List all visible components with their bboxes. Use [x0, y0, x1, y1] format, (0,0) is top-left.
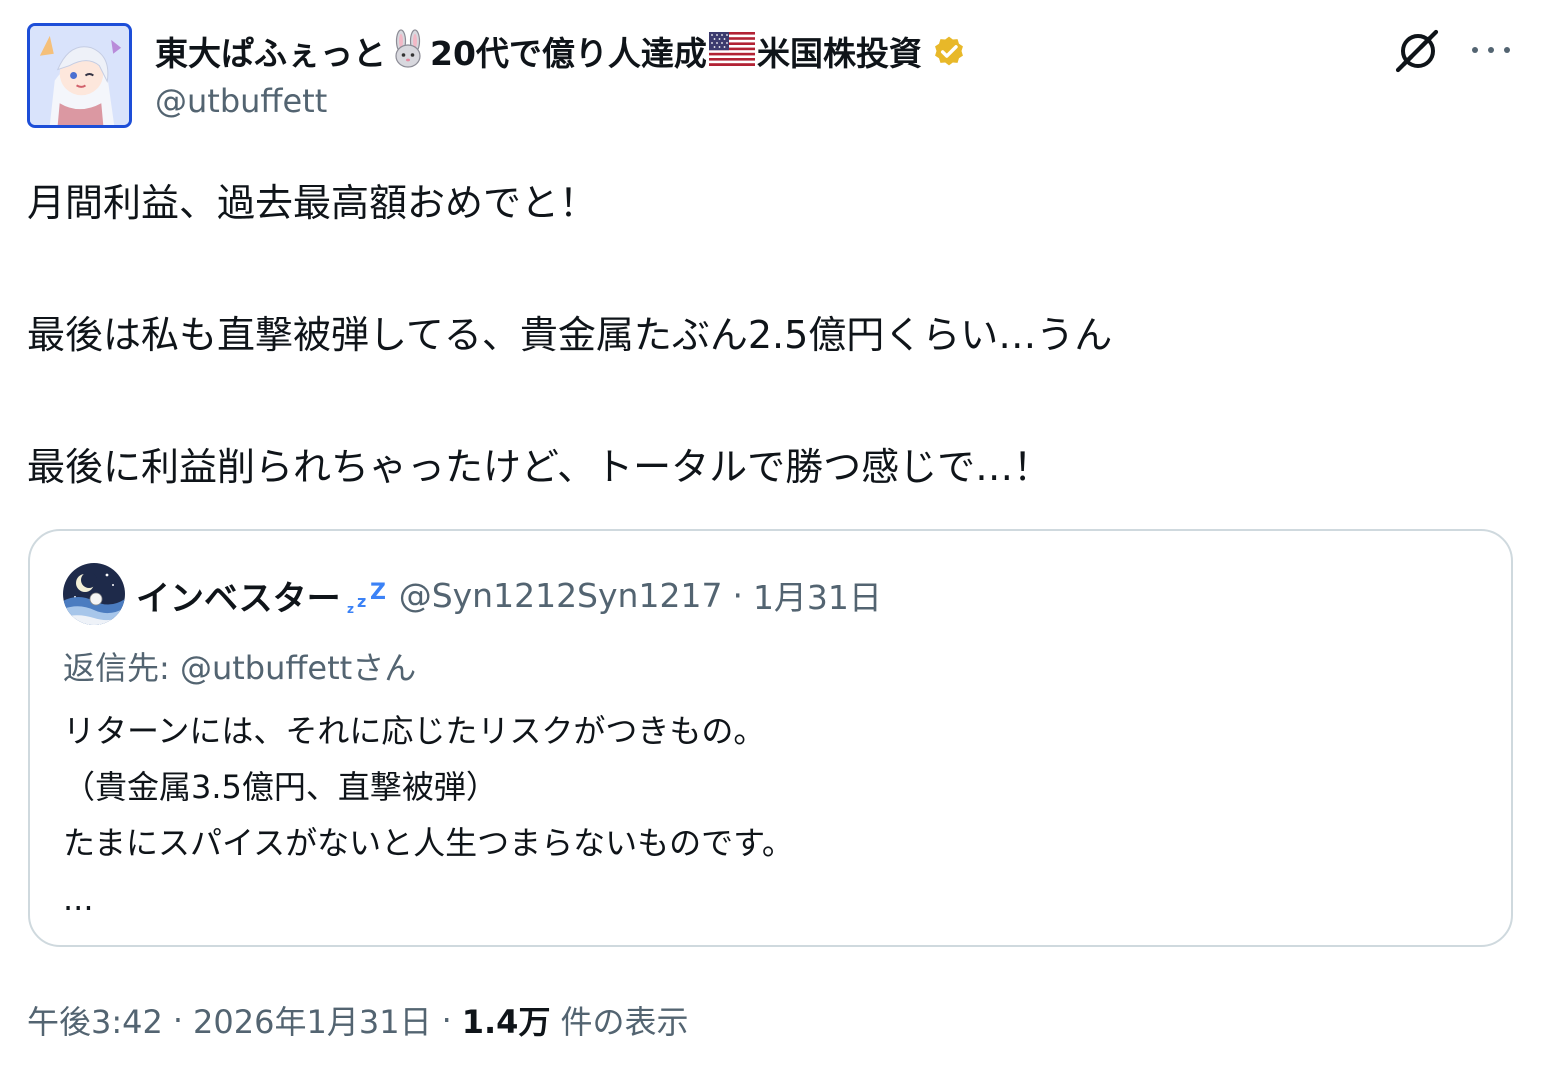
author-handle[interactable]: @utbuffett	[155, 82, 327, 120]
tweet-text-blank-line	[27, 236, 1517, 302]
quoted-text-line: たまにスパイスがないと人生つまらないものです。	[63, 824, 794, 862]
tweet-text-line: 最後は私も直撃被弾してる、貴金属たぶん2.5億円くらい…うん	[27, 313, 1113, 357]
quoted-tweet-text: リターンには、それに応じたリスクがつきもの。 （貴金属3.5億円、直撃被弾） た…	[63, 703, 794, 927]
author-display-name-part1[interactable]: 東大ぱふぇっと	[155, 27, 386, 75]
tweet-text: 月間利益、過去最高額おめでと！ 最後は私も直撃被弾してる、貴金属たぶん2.5億円…	[27, 170, 1517, 500]
quoted-author-name[interactable]: インベスター	[136, 571, 341, 620]
svg-text:z: z	[357, 592, 366, 611]
quoted-text-line: （貴金属3.5億円、直撃被弾）	[63, 768, 498, 806]
author-name-row[interactable]: 東大ぱふぇっと 20代で億り人達成 米国株投資	[155, 24, 968, 78]
rabbit-face-emoji-icon	[388, 29, 428, 73]
more-dot-icon	[1488, 47, 1494, 53]
author-avatar[interactable]	[27, 23, 132, 128]
quoted-tweet-card[interactable]: インベスター z z Z @Syn1212Syn1217 · 1月31日 返信先…	[28, 529, 1513, 947]
author-display-name-part2[interactable]: 20代で億り人達成	[430, 27, 707, 75]
more-icon[interactable]	[1466, 30, 1516, 70]
quoted-tweet-date[interactable]: 1月31日	[753, 571, 882, 619]
us-flag-emoji-icon	[708, 32, 755, 70]
verified-badge-icon[interactable]	[930, 32, 968, 70]
zzz-emoji-icon: z z Z	[347, 575, 389, 615]
quoted-author-handle[interactable]: @Syn1212Syn1217	[399, 576, 723, 615]
tweet-text-line: 最後に利益削られちゃったけど、トータルで勝つ感じで…！	[27, 445, 1052, 489]
quoted-author-avatar[interactable]	[63, 563, 125, 625]
tweet-text-blank-line	[27, 368, 1517, 434]
tweet-text-line: 月間利益、過去最高額おめでと！	[27, 181, 598, 225]
quoted-tweet-header: インベスター z z Z @Syn1212Syn1217 · 1月31日	[136, 567, 882, 623]
more-dot-icon	[1504, 47, 1510, 53]
meta-separator: ·	[732, 575, 743, 615]
tweet-detail: 東大ぱふぇっと 20代で億り人達成 米国株投資 @utbuffett 月間利益、…	[0, 0, 1546, 1069]
meta-separator: ·	[172, 1001, 184, 1039]
views-label: 件の表示	[560, 1003, 689, 1041]
meta-separator: ·	[441, 1001, 452, 1039]
author-display-name-part3[interactable]: 米国株投資	[757, 27, 922, 75]
quoted-text-ellipsis: ...	[63, 880, 94, 918]
views-count[interactable]: 1.4万	[462, 997, 551, 1043]
grok-icon[interactable]	[1390, 24, 1444, 78]
svg-text:z: z	[347, 602, 354, 615]
quoted-text-line: リターンには、それに応じたリスクがつきもの。	[63, 712, 766, 750]
svg-text:Z: Z	[370, 580, 386, 605]
more-dot-icon	[1472, 47, 1478, 53]
tweet-meta-footer: 午後3:42 · 2026年1月31日 · 1.4万 件の表示	[27, 994, 688, 1046]
tweet-time[interactable]: 午後3:42	[27, 997, 163, 1043]
reply-to-label[interactable]: 返信先: @utbuffettさん	[63, 643, 416, 689]
tweet-date[interactable]: 2026年1月31日	[193, 997, 432, 1043]
